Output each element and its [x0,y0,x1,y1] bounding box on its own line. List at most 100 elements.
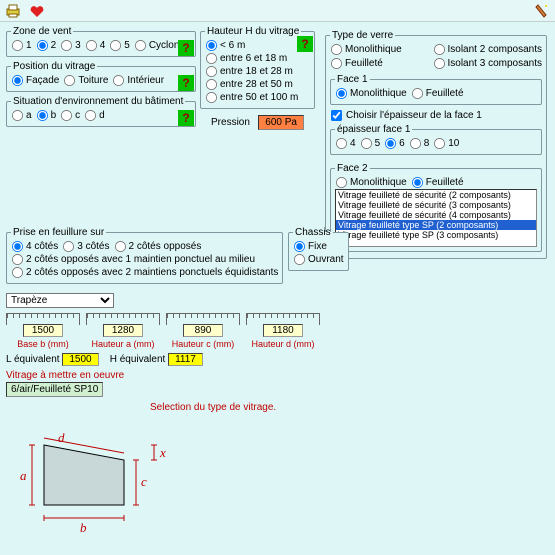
pression-label: Pression [211,117,250,128]
dimension-label: Hauteur a (mm) [86,339,160,349]
epaisseur-option[interactable]: 4 [335,137,356,150]
dimension-ruler[interactable] [166,313,240,325]
face2-option[interactable]: Feuilleté [411,176,464,189]
dimension-value[interactable]: 1280 [86,325,160,337]
help-position[interactable]: ? [178,75,194,91]
chassis-option[interactable]: Fixe [293,240,344,253]
pression-value: 600 Pa [258,115,304,130]
favorite-button[interactable] [28,2,46,20]
wizard-button[interactable] [533,2,551,20]
prise-option[interactable]: 4 côtés [11,240,58,253]
face2-group: Face 2 Monolithique Feuilleté Vitrage feu… [330,163,542,252]
trapezoid-diagram: a d c x b [14,430,174,542]
choisir-epaisseur-checkbox[interactable]: Choisir l'épaisseur de la face 1 [330,109,542,122]
printer-icon [5,4,21,18]
prise-option[interactable]: 2 côtés opposés [114,240,202,253]
hauteur-legend: Hauteur H du vitrage [205,26,301,37]
epaisseur-option[interactable]: 6 [384,137,405,150]
zone-vent-legend: Zone de vent [11,26,73,37]
face1-legend: Face 1 [335,74,370,85]
face2-list-item[interactable]: Vitrage feuilleté type SP (2 composants) [336,220,536,230]
prise-legend: Prise en feuillure sur [11,227,106,238]
face2-list-item[interactable]: Vitrage feuilleté de sécurité (4 composa… [336,210,536,220]
wizard-icon [535,3,549,19]
help-situation[interactable]: ? [178,110,194,126]
pression-row: Pression 600 Pa [200,115,315,130]
hauteur-option[interactable]: entre 50 et 100 m [205,91,310,104]
situation-group: Situation d'environnement du bâtiment ab… [6,96,196,127]
face2-list-item[interactable]: Vitrage feuilleté type SP (3 composants) [336,230,536,240]
zone-vent-option[interactable]: 3 [60,39,81,52]
hauteur-option[interactable]: entre 6 et 18 m [205,52,310,65]
situation-legend: Situation d'environnement du bâtiment [11,96,185,107]
help-zone-vent[interactable]: ? [178,40,194,56]
hauteur-option[interactable]: entre 28 et 50 m [205,78,310,91]
type-verre-option[interactable]: Isolant 3 composants [433,57,543,70]
vitrage-result: 6/air/Feuilleté SP10 [6,382,103,397]
dimension-column: 1180 Hauteur d (mm) [246,313,320,349]
dimension-column: 1280 Hauteur a (mm) [86,313,160,349]
situation-option[interactable]: b [36,109,57,122]
help-hauteur[interactable]: ? [297,36,313,52]
situation-option[interactable]: a [11,109,32,122]
h-equiv-label: H équivalent [110,354,166,365]
prise-option[interactable]: 2 côtés opposés avec 1 maintien ponctuel… [11,253,278,266]
heart-icon [29,4,45,18]
diagram-label-x: x [159,445,166,460]
hauteur-option[interactable]: < 6 m [205,39,310,52]
position-option[interactable]: Toiture [63,74,108,87]
face2-list-item[interactable]: Vitrage feuilleté de sécurité (3 composa… [336,200,536,210]
zone-vent-option[interactable]: 4 [85,39,106,52]
diagram-label-c: c [141,474,147,489]
face2-list-item[interactable]: Vitrage feuilleté de sécurité (2 composa… [336,190,536,200]
dimension-value[interactable]: 1180 [246,325,320,337]
print-button[interactable] [4,2,22,20]
dimension-column: 1500Base b (mm) [6,313,80,349]
position-option[interactable]: Façade [11,74,59,87]
zone-vent-option[interactable]: 5 [109,39,130,52]
position-group: Position du vitrage Façade Toiture Intérie… [6,61,196,92]
h-equiv-value: 1117 [168,353,203,366]
diagram-label-d: d [58,430,65,445]
prise-option[interactable]: 2 côtés opposés avec 2 maintiens ponctue… [11,266,278,279]
equiv-row: L équivalent 1500 H équivalent 1117 [6,353,203,366]
toolbar [0,0,555,22]
position-legend: Position du vitrage [11,61,97,72]
epaisseur-legend: épaisseur face 1 [335,124,412,135]
epaisseur-option[interactable]: 8 [409,137,430,150]
hauteur-option[interactable]: entre 18 et 28 m [205,65,310,78]
face1-option[interactable]: Monolithique [335,87,407,100]
dimension-value[interactable]: 890 [166,325,240,337]
zone-vent-option[interactable]: 1 [11,39,32,52]
dimension-label: Hauteur c (mm) [166,339,240,349]
choisir-epaisseur-label: Choisir l'épaisseur de la face 1 [346,110,482,121]
type-verre-option[interactable]: Monolithique [330,43,429,56]
type-verre-option[interactable]: Feuilleté [330,57,429,70]
chassis-group: Chassis FixeOuvrant [288,227,349,271]
zone-vent-option[interactable]: 2 [36,39,57,52]
l-equiv-value: 1500 [62,353,98,366]
dimension-column: 890 Hauteur c (mm) [166,313,240,349]
chassis-option[interactable]: Ouvrant [293,253,344,266]
dimension-ruler[interactable] [86,313,160,325]
zone-vent-group: Zone de vent 12345Cyclone [6,26,196,57]
face2-listbox[interactable]: Vitrage feuilleté de sécurité (2 composa… [335,189,537,247]
dimension-ruler[interactable] [6,313,80,325]
dimension-ruler[interactable] [246,313,320,325]
prise-group: Prise en feuillure sur 4 côtés3 côtés2 c… [6,227,283,284]
face2-legend: Face 2 [335,163,370,174]
epaisseur-group: épaisseur face 1 456810 [330,124,542,155]
type-verre-option[interactable]: Isolant 2 composants [433,43,543,56]
dimension-value[interactable]: 1500 [6,325,80,337]
shape-select[interactable]: Trapèze [6,293,114,308]
situation-option[interactable]: c [60,109,80,122]
epaisseur-option[interactable]: 5 [360,137,381,150]
situation-option[interactable]: d [84,109,105,122]
face2-option[interactable]: Monolithique [335,176,407,189]
face1-group: Face 1 Monolithique Feuilleté [330,74,542,105]
face1-option[interactable]: Feuilleté [411,87,464,100]
position-option[interactable]: Intérieur [112,74,164,87]
prise-option[interactable]: 3 côtés [62,240,109,253]
dimension-label: Hauteur d (mm) [246,339,320,349]
epaisseur-option[interactable]: 10 [433,137,459,150]
